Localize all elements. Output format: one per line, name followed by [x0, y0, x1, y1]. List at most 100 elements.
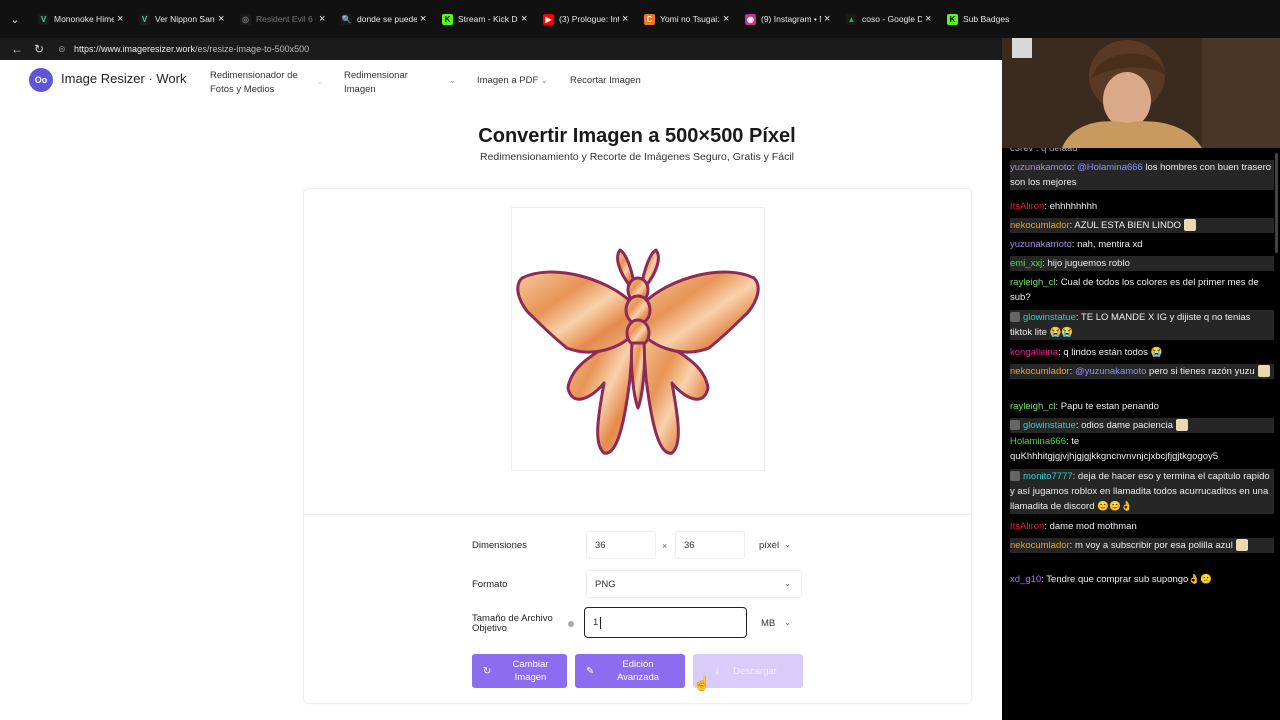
chat-username[interactable]: Holamina666 [1010, 436, 1066, 447]
site-header: Oo Image Resizer · Work Redimensionador … [0, 60, 1002, 104]
chat-username[interactable]: ItsAliron [1010, 201, 1044, 212]
tab-favicon-icon: ◎ [240, 13, 251, 25]
refresh-icon: ↻ [483, 666, 492, 677]
page-title: Convertir Imagen a 500×500 Píxel [478, 125, 796, 147]
format-select[interactable]: PNG ⌄ [586, 570, 802, 598]
tab-favicon-icon: ◉ [745, 13, 756, 25]
download-icon: ⤓ [715, 666, 720, 677]
tab-close-icon[interactable]: × [218, 13, 228, 25]
chat-username[interactable]: glowinstatue [1023, 420, 1076, 431]
tab-close-icon[interactable]: × [420, 13, 430, 25]
nav-label-line2: Fotos y Medios [210, 84, 275, 95]
chat-text: pero si tienes razón yuzu [1146, 366, 1255, 377]
tab-close-icon[interactable]: × [723, 13, 733, 25]
chat-text: : Tendre que comprar sub supongo👌😕 [1041, 574, 1213, 585]
browser-tab[interactable]: ▲ coso - Google Dri × [838, 0, 939, 38]
chat-username[interactable]: xd_g10 [1010, 574, 1041, 585]
target-size-input[interactable]: 1 [584, 607, 747, 638]
tab-close-icon[interactable]: × [117, 13, 127, 25]
width-input[interactable]: 36 [586, 531, 656, 559]
chat-message: yuzunakamoto: @Holamina666 los hombres c… [1010, 160, 1274, 190]
nav-resize-image[interactable]: Redimensionar Imagen [344, 69, 408, 97]
browser-tab[interactable]: 🔍 donde se puede × [333, 0, 434, 38]
chat-mention[interactable]: @yuzunakamoto [1075, 366, 1146, 377]
emote-icon [1184, 219, 1197, 232]
tab-close-icon[interactable]: × [521, 13, 531, 25]
chat-username[interactable]: rayleigh_cl [1010, 401, 1055, 412]
chat-username[interactable]: rayleigh_cl [1010, 277, 1055, 288]
resizer-card: Dimensiones 36 × 36 píxel ⌄ Formato PNG … [303, 188, 972, 704]
chat-text: : m voy a subscribir por esa polilla azu… [1069, 540, 1233, 551]
browser-tab[interactable]: V Ver Nippon Sang × [131, 0, 232, 38]
emote-icon [1175, 419, 1188, 432]
change-image-label-line1: Cambiar [512, 659, 549, 670]
chat-username[interactable]: glowinstatue [1023, 312, 1076, 323]
chat-username[interactable]: emi_xxj [1010, 258, 1042, 269]
site-info-icon[interactable]: ⊜ [58, 44, 68, 55]
info-icon[interactable] [568, 621, 574, 627]
back-icon[interactable]: ← [6, 42, 28, 56]
site-brand[interactable]: Image Resizer · Work [61, 71, 186, 86]
nav-crop-image[interactable]: Recortar Imagen [570, 74, 641, 88]
nav-label-line1: Redimensionador de [210, 70, 298, 81]
tab-title: Stream - Kick Das [458, 14, 518, 24]
advanced-edit-label-line2: Avanzada [616, 672, 660, 683]
chat-scrollbar[interactable] [1275, 153, 1278, 253]
browser-tab[interactable]: K Stream - Kick Das× [434, 0, 535, 38]
image-preview [511, 207, 765, 471]
chat-message: nekocumlador: AZUL ESTA BIEN LINDO [1010, 218, 1274, 233]
tab-title: (3) Prologue: Into [559, 14, 619, 24]
format-value: PNG [595, 578, 616, 590]
browser-tab[interactable]: ◉ (9) Instagram • M × [737, 0, 838, 38]
advanced-edit-label-line1: Edición [622, 659, 654, 670]
chat-text: : Papu te estan penando [1055, 401, 1159, 412]
address-bar[interactable]: ⊜ https://www.imageresizer.work/es/resiz… [58, 41, 992, 57]
site-logo[interactable]: Oo [29, 68, 53, 92]
chevron-down-icon: ⌄ [449, 76, 456, 85]
chat-text: : AZUL ESTA BIEN LINDO [1069, 220, 1182, 231]
browser-tab[interactable]: ◎ Resident Evil 6 - × [232, 0, 333, 38]
chat-username[interactable]: nekocumlador [1010, 220, 1070, 231]
chat-username[interactable]: monito7777 [1023, 471, 1073, 482]
chat-text: : ehhhhhhhh [1044, 201, 1098, 212]
chat-message: rayleigh_cl: Papu te estan penando [1010, 399, 1274, 414]
tab-close-icon[interactable]: × [925, 13, 935, 25]
chat-message: emi_xxj: hijo juguemos roblo [1010, 256, 1274, 271]
url-host: https://www.imageresizer.work [74, 44, 196, 54]
tab-favicon-icon: 🔍 [341, 13, 352, 25]
nav-label-line1: Redimensionar [344, 70, 408, 81]
size-unit-select[interactable]: MB ⌄ [752, 609, 802, 637]
chevron-down-icon: ⌄ [784, 618, 791, 627]
browser-tab[interactable]: C Yomi no Tsugai: D× [636, 0, 737, 38]
reload-icon[interactable]: ↻ [28, 42, 50, 56]
browser-tab[interactable]: ▶ (3) Prologue: Into × [535, 0, 636, 38]
chat-username[interactable]: ItsAliron [1010, 521, 1044, 532]
target-size-label: Tamaño de Archivo Objetivo [472, 614, 553, 634]
tab-search-dropdown-icon[interactable]: ⌄ [0, 0, 30, 38]
browser-tab[interactable]: V Mononoke Hime × [30, 0, 131, 38]
nav-photo-media-resizer[interactable]: Redimensionador de Fotos y Medios [210, 69, 298, 97]
tab-title: (9) Instagram • M [761, 14, 821, 24]
change-image-button[interactable]: ↻ Cambiar Imagen [472, 654, 567, 688]
chat-username[interactable]: kongalleina [1010, 347, 1058, 358]
browser-tab[interactable]: K Sub Badges [939, 0, 1019, 38]
mouse-cursor-icon: ☝ [693, 675, 711, 691]
chat-username[interactable]: nekocumlador [1010, 540, 1070, 551]
chat-message: ItsAliron: ehhhhhhhh [1010, 199, 1274, 214]
advanced-edit-button[interactable]: ✎ Edición Avanzada [575, 654, 685, 688]
width-value: 36 [595, 539, 606, 551]
tab-title: coso - Google Dri [862, 14, 922, 24]
chat-text: : odios dame paciencia [1075, 420, 1173, 431]
height-input[interactable]: 36 [675, 531, 745, 559]
tab-close-icon[interactable]: × [824, 13, 834, 25]
webpage: Oo Image Resizer · Work Redimensionador … [0, 60, 1002, 720]
chat-username[interactable]: yuzunakamoto [1010, 162, 1072, 173]
chat-mention[interactable]: @Holamina666 [1077, 162, 1143, 173]
chat-username[interactable]: yuzunakamoto [1010, 239, 1072, 250]
tab-close-icon[interactable]: × [319, 13, 329, 25]
chat-username[interactable]: nekocumlador [1010, 366, 1070, 377]
tab-close-icon[interactable]: × [622, 13, 632, 25]
nav-image-to-pdf[interactable]: Imagen a PDF ⌄ [477, 74, 548, 88]
unit-select[interactable]: píxel ⌄ [750, 531, 802, 559]
format-label: Formato [472, 579, 508, 590]
